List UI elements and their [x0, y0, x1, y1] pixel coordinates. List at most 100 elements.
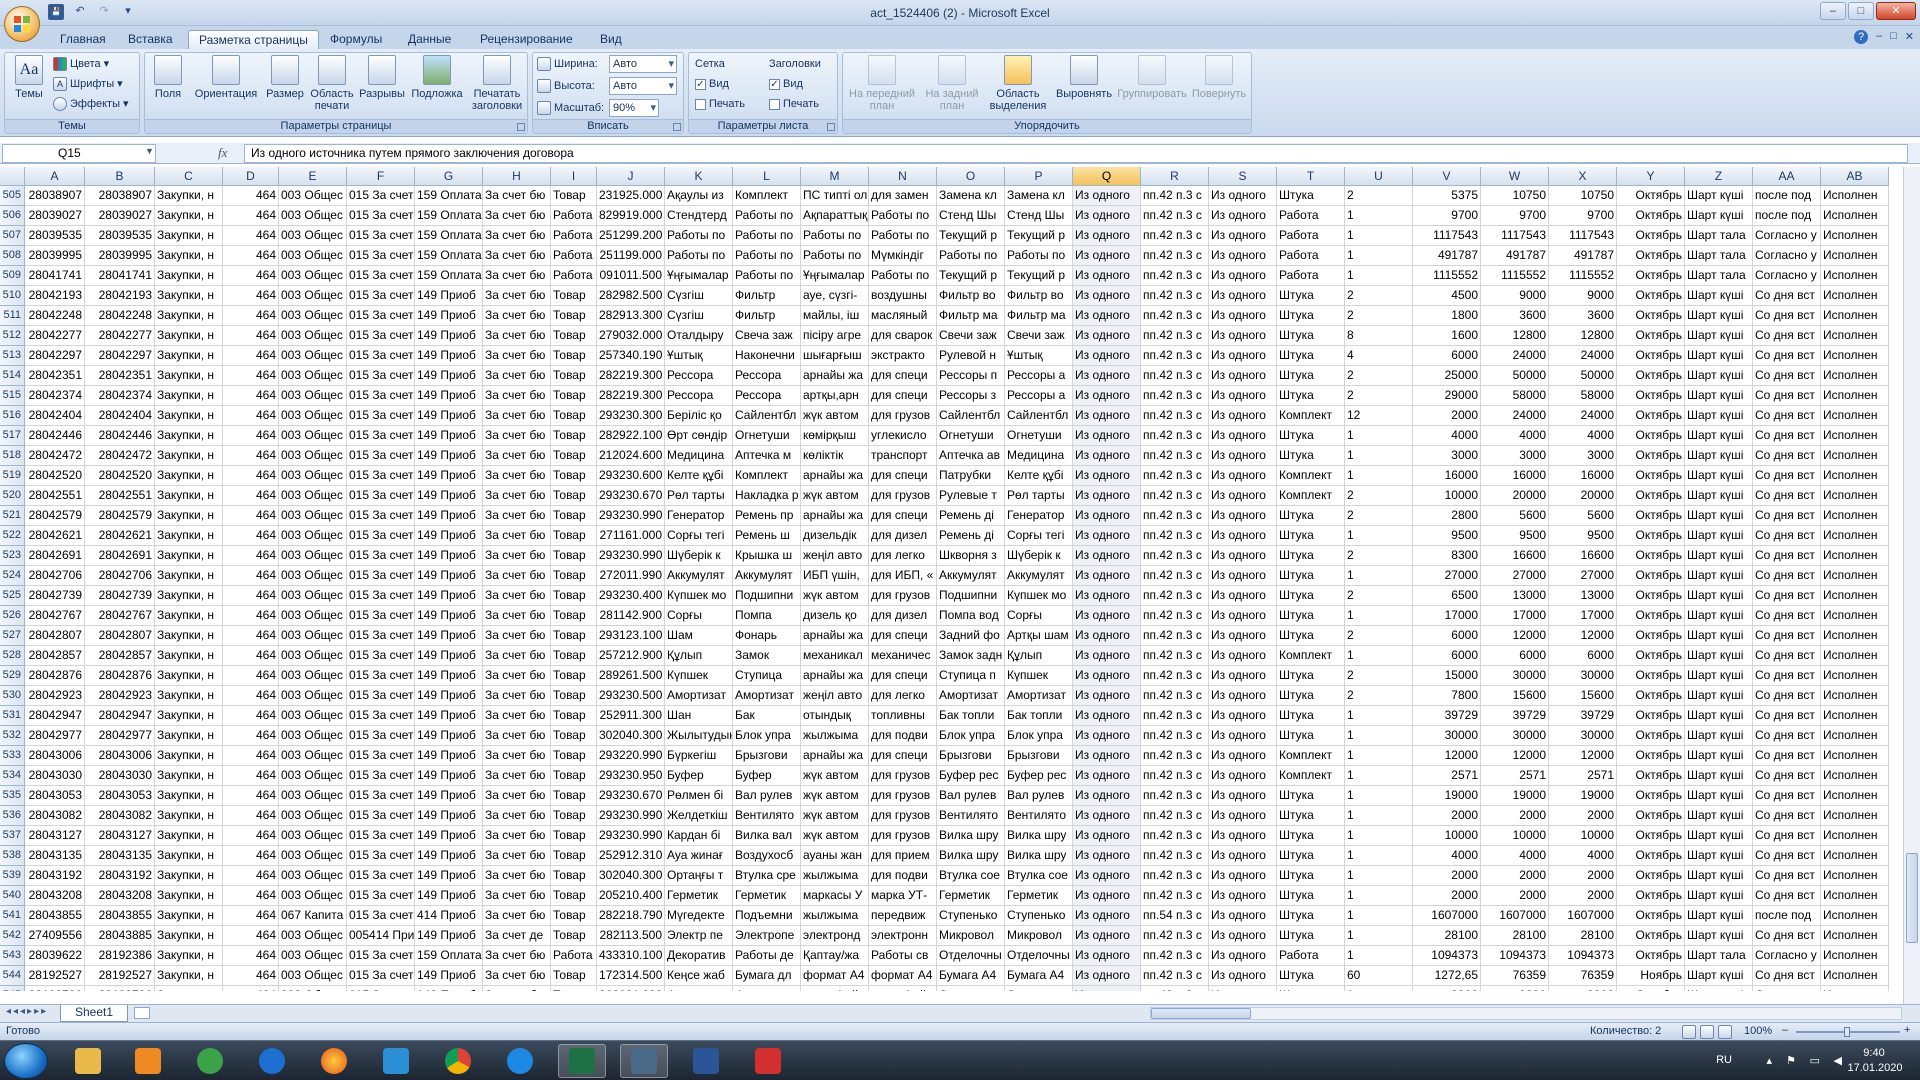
cell[interactable]: Ұңғымалар [801, 266, 869, 286]
cell[interactable]: Электронн [937, 986, 1005, 991]
cell[interactable]: 3600 [1549, 306, 1617, 326]
cell[interactable]: Товар [551, 326, 597, 346]
cell[interactable]: 28043053 [85, 786, 155, 806]
cell[interactable]: дизель қо [801, 606, 869, 626]
cell[interactable]: 149 Приоб [415, 286, 483, 306]
cell[interactable]: Свеча заж [733, 326, 801, 346]
cell[interactable]: 159 Оплата [415, 206, 483, 226]
cell[interactable]: Шарт тала [1685, 266, 1753, 286]
cell[interactable]: пп.42 п.3 с [1141, 406, 1209, 426]
cell[interactable]: 149 Приоб [415, 386, 483, 406]
cell[interactable]: пп.42 п.3 с [1141, 666, 1209, 686]
workbook-restore-button[interactable]: □ [1890, 30, 1897, 44]
cell[interactable]: пп.42 п.3 с [1141, 846, 1209, 866]
cell[interactable]: 28042807 [25, 626, 85, 646]
cell[interactable]: Октябрь [1617, 566, 1685, 586]
cell[interactable]: 015 За счет [347, 626, 415, 646]
cell[interactable]: Воздухосб [733, 846, 801, 866]
cell[interactable]: Со дня вст [1753, 586, 1821, 606]
cell[interactable]: Герметик [733, 886, 801, 906]
cell[interactable]: Күпшек мо [665, 586, 733, 606]
cell[interactable]: арнайы жа [801, 466, 869, 486]
cell[interactable]: 16600 [1549, 546, 1617, 566]
cell[interactable]: Исполнен [1821, 446, 1889, 466]
tray-arrow-icon[interactable]: ▴ [1766, 1054, 1772, 1067]
cell[interactable]: Из одного [1073, 266, 1141, 286]
cell[interactable]: Товар [551, 306, 597, 326]
cell[interactable]: Работа [551, 226, 597, 246]
cell[interactable]: Со дня вст [1753, 646, 1821, 666]
sheet-options-dialog-launcher[interactable] [827, 123, 835, 131]
vertical-scrollbar[interactable] [1903, 167, 1920, 1005]
column-header-o[interactable]: O [937, 167, 1005, 186]
cell[interactable]: Рессора [665, 366, 733, 386]
cell[interactable]: Фильтр во [937, 286, 1005, 306]
cell[interactable]: Из одного [1209, 506, 1277, 526]
cell[interactable]: Октябрь [1617, 706, 1685, 726]
cell[interactable]: Исполнен [1821, 526, 1889, 546]
cell[interactable]: 28043208 [25, 886, 85, 906]
cell[interactable]: 464 [223, 406, 279, 426]
cell[interactable]: За счет бю [483, 906, 551, 926]
cell[interactable]: Из одного [1209, 366, 1277, 386]
cell[interactable]: 10750 [1549, 186, 1617, 206]
cell[interactable]: пп.42 п.3 с [1141, 866, 1209, 886]
cell[interactable]: Ступица [733, 666, 801, 686]
cell[interactable]: 28042857 [85, 646, 155, 666]
cell[interactable]: Подшипни [937, 586, 1005, 606]
width-combo[interactable]: Авто [609, 55, 677, 73]
column-header-v[interactable]: V [1413, 167, 1481, 186]
cell[interactable]: 28041741 [85, 266, 155, 286]
cell[interactable]: 149 Приоб [415, 886, 483, 906]
cell[interactable]: 464 [223, 646, 279, 666]
cell[interactable]: механичес [869, 646, 937, 666]
cell[interactable]: 015 За счет [347, 486, 415, 506]
cell[interactable]: Из одного [1209, 586, 1277, 606]
cell[interactable]: Работы по [869, 226, 937, 246]
row-header[interactable]: 541 [0, 906, 25, 926]
cell[interactable]: 003 Общес [279, 946, 347, 966]
cell[interactable]: 9990 [1413, 986, 1481, 991]
cell[interactable]: За счет бю [483, 666, 551, 686]
cell[interactable]: топливны [869, 706, 937, 726]
cell[interactable]: Из одного [1209, 606, 1277, 626]
cell[interactable]: Со дня вст [1753, 366, 1821, 386]
cell[interactable]: 464 [223, 726, 279, 746]
cell[interactable]: Со дня вст [1753, 526, 1821, 546]
cell[interactable]: За счет бю [483, 586, 551, 606]
cell[interactable]: Крышка ш [733, 546, 801, 566]
cell[interactable]: 5600 [1481, 506, 1549, 526]
cell[interactable]: 015 За счет [347, 526, 415, 546]
cell[interactable]: За счет бю [483, 506, 551, 526]
cell[interactable]: арнайы жа [801, 746, 869, 766]
cell[interactable]: 003 Общес [279, 486, 347, 506]
cell[interactable]: жылжыма [801, 866, 869, 886]
cell[interactable]: Со дня вст [1753, 286, 1821, 306]
taskbar-teamviewer[interactable] [248, 1044, 296, 1078]
cell[interactable]: 12800 [1481, 326, 1549, 346]
cell[interactable]: Октябрь [1617, 946, 1685, 966]
cell[interactable]: Кеңсе жаб [665, 966, 733, 986]
cell[interactable]: Сайлентбл [733, 406, 801, 426]
cell[interactable]: 067 Капита [279, 906, 347, 926]
cell[interactable]: пп.42 п.3 с [1141, 206, 1209, 226]
cell[interactable]: 10000 [1549, 826, 1617, 846]
cell[interactable]: Исполнен [1821, 566, 1889, 586]
cell[interactable]: пп.42 п.3 с [1141, 946, 1209, 966]
cell[interactable]: 149 Приоб [415, 466, 483, 486]
cell[interactable]: 12 [1345, 406, 1413, 426]
cell[interactable]: для грузов [869, 786, 937, 806]
cell[interactable]: Товар [551, 386, 597, 406]
taskbar-pdf-reader[interactable] [744, 1044, 792, 1078]
cell[interactable]: Октябрь [1617, 286, 1685, 306]
cell[interactable]: За счет бю [483, 706, 551, 726]
cell[interactable]: 28043127 [25, 826, 85, 846]
cell[interactable]: 9000 [1549, 286, 1617, 306]
row-header[interactable]: 517 [0, 426, 25, 446]
cell[interactable]: Со дня вст [1753, 826, 1821, 846]
cell[interactable]: 28039027 [25, 206, 85, 226]
cell[interactable]: За счет бю [483, 186, 551, 206]
row-header[interactable]: 538 [0, 846, 25, 866]
cell[interactable]: Октябрь [1617, 186, 1685, 206]
cell[interactable]: Октябрь [1617, 626, 1685, 646]
